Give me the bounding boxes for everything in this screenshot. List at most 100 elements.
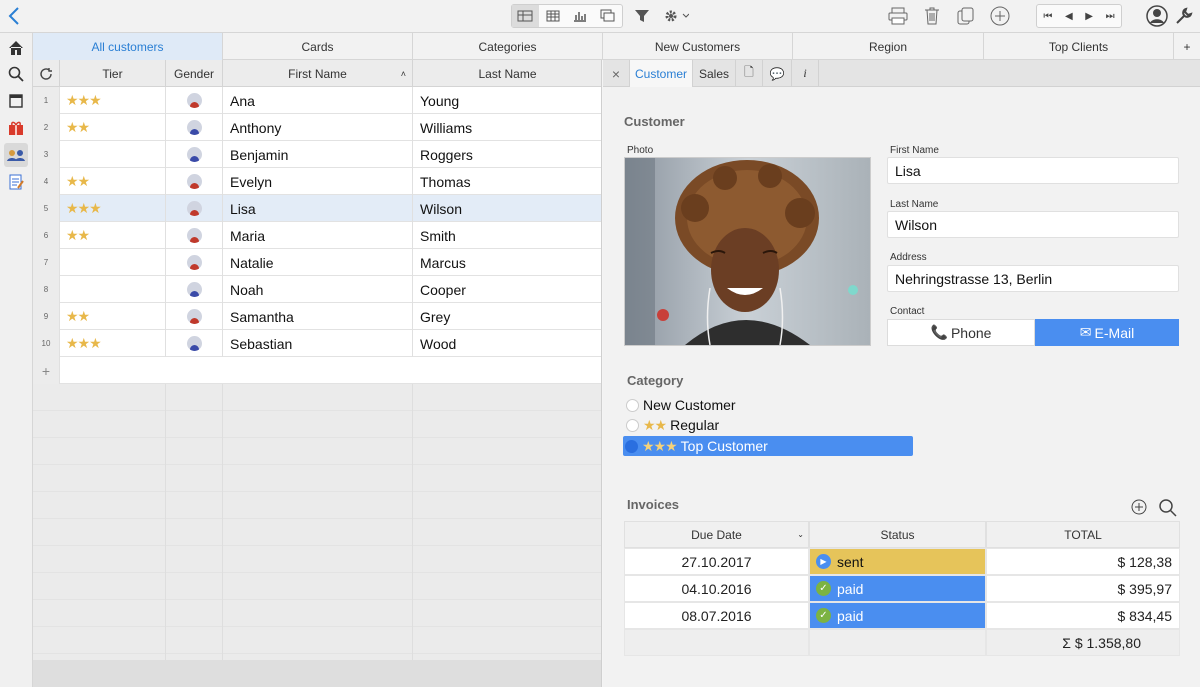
previous-record-icon[interactable]: ◀ [1065,11,1073,22]
first-name-cell[interactable]: Anthony [223,114,413,141]
table-row[interactable]: 3 Benjamin Roggers [33,141,601,168]
tab-categories[interactable]: Categories [413,33,603,60]
table-row[interactable]: 8 Noah Cooper [33,276,601,303]
invoice-total-cell[interactable]: $ 834,45 [986,602,1180,629]
tab-customer[interactable]: Customer [630,60,693,87]
settings-icon[interactable] [662,4,690,28]
tab-new-customers[interactable]: New Customers [603,33,793,60]
play-icon: ▶ [816,554,831,569]
gift-icon[interactable] [4,116,28,140]
close-detail-icon[interactable]: × [603,60,630,87]
table-row[interactable]: 7 Natalie Marcus [33,249,601,276]
grid-view-icon[interactable] [539,5,567,27]
chart-view-icon[interactable] [567,5,595,27]
first-name-cell[interactable]: Noah [223,276,413,303]
last-name-cell[interactable]: Cooper [413,276,601,303]
document-icon[interactable]: 🗋 [736,60,763,87]
first-name-cell[interactable]: Maria [223,222,413,249]
column-header-due-date[interactable]: Due Date ⌄ [624,521,809,548]
add-tab-button[interactable]: + [1174,33,1200,60]
first-name-cell[interactable]: Natalie [223,249,413,276]
last-name-cell[interactable]: Wilson [413,195,601,222]
filter-icon[interactable] [632,4,652,28]
table-row[interactable]: 6 ★★ Maria Smith [33,222,601,249]
table-row[interactable]: 2 ★★ Anthony Williams [33,114,601,141]
category-option-new[interactable]: New Customer [624,396,914,414]
tab-region[interactable]: Region [793,33,984,60]
notes-icon[interactable] [4,170,28,194]
account-icon[interactable] [1145,4,1169,28]
last-record-icon[interactable]: ⏭ [1106,11,1115,22]
first-name-cell[interactable]: Sebastian [223,330,413,357]
first-name-label: First Name [890,145,939,156]
tab-top-clients[interactable]: Top Clients [984,33,1174,60]
detail-tabs: × Customer Sales 🗋 💬 i [603,60,1200,87]
invoice-total-cell[interactable]: $ 395,97 [986,575,1180,602]
info-icon[interactable]: i [792,60,819,87]
first-record-icon[interactable]: ⏮ [1043,11,1052,22]
tab-sales[interactable]: Sales [693,60,736,87]
first-name-cell[interactable]: Lisa [223,195,413,222]
delete-icon[interactable] [922,4,942,28]
tab-cards[interactable]: Cards [223,33,413,60]
first-name-cell[interactable]: Ana [223,87,413,114]
form-view-icon[interactable] [512,5,539,27]
last-name-cell[interactable]: Young [413,87,601,114]
last-name-cell[interactable]: Smith [413,222,601,249]
add-row-icon[interactable]: + [33,357,60,384]
invoice-total-cell[interactable]: $ 128,38 [986,548,1180,575]
last-name-cell[interactable]: Wood [413,330,601,357]
invoice-date-cell[interactable]: 08.07.2016 [624,602,809,629]
first-name-cell[interactable]: Benjamin [223,141,413,168]
duplicate-icon[interactable] [955,4,977,28]
category-option-regular[interactable]: ★★ Regular [624,416,914,434]
refresh-icon[interactable] [33,60,60,87]
table-row[interactable]: 5 ★★★ Lisa Wilson [33,195,601,222]
comment-icon[interactable]: 💬 [763,60,792,87]
table-row[interactable]: 4 ★★ Evelyn Thomas [33,168,601,195]
customers-icon[interactable] [4,143,28,167]
column-header-gender[interactable]: Gender [166,60,223,87]
customer-photo[interactable] [624,157,871,346]
last-name-cell[interactable]: Roggers [413,141,601,168]
first-name-field[interactable]: Lisa [887,157,1179,184]
column-header-tier[interactable]: Tier [60,60,166,87]
last-name-field[interactable]: Wilson [887,211,1179,238]
add-row[interactable]: + [33,357,601,384]
window-icon[interactable] [4,89,28,113]
add-invoice-icon[interactable] [1131,499,1147,518]
phone-button[interactable]: 📞 Phone [887,319,1035,346]
next-record-icon[interactable]: ▶ [1085,11,1093,22]
table-row[interactable]: 9 ★★ Samantha Grey [33,303,601,330]
column-header-status[interactable]: Status [809,521,986,548]
first-name-cell[interactable]: Samantha [223,303,413,330]
last-name-cell[interactable]: Thomas [413,168,601,195]
column-header-last-name[interactable]: Last Name [413,60,601,87]
tab-all-customers[interactable]: All customers [33,33,223,60]
invoice-status-cell[interactable]: ▶ sent [809,548,986,575]
back-icon[interactable] [4,4,24,28]
invoice-date-cell[interactable]: 27.10.2017 [624,548,809,575]
email-button[interactable]: ✉ E-Mail [1035,319,1179,346]
home-icon[interactable] [4,36,28,60]
row-number: 9 [33,303,60,330]
table-row[interactable]: 1 ★★★ Ana Young [33,87,601,114]
last-name-cell[interactable]: Grey [413,303,601,330]
wrench-icon[interactable] [1174,4,1194,28]
search-invoices-icon[interactable] [1159,499,1177,520]
invoice-status-cell[interactable]: ✓ paid [809,602,986,629]
search-icon[interactable] [4,62,28,86]
last-name-cell[interactable]: Marcus [413,249,601,276]
invoice-status-cell[interactable]: ✓ paid [809,575,986,602]
last-name-cell[interactable]: Williams [413,114,601,141]
column-header-first-name[interactable]: First Name ˄ [223,60,413,87]
add-record-icon[interactable] [989,4,1011,28]
print-icon[interactable] [887,4,909,28]
gallery-view-icon[interactable] [594,5,622,27]
table-row[interactable]: 10 ★★★ Sebastian Wood [33,330,601,357]
address-field[interactable]: Nehringstrasse 13, Berlin [887,265,1179,292]
column-header-total[interactable]: TOTAL [986,521,1180,548]
category-option-top[interactable]: ★★★ Top Customer [623,436,913,456]
first-name-cell[interactable]: Evelyn [223,168,413,195]
invoice-date-cell[interactable]: 04.10.2016 [624,575,809,602]
